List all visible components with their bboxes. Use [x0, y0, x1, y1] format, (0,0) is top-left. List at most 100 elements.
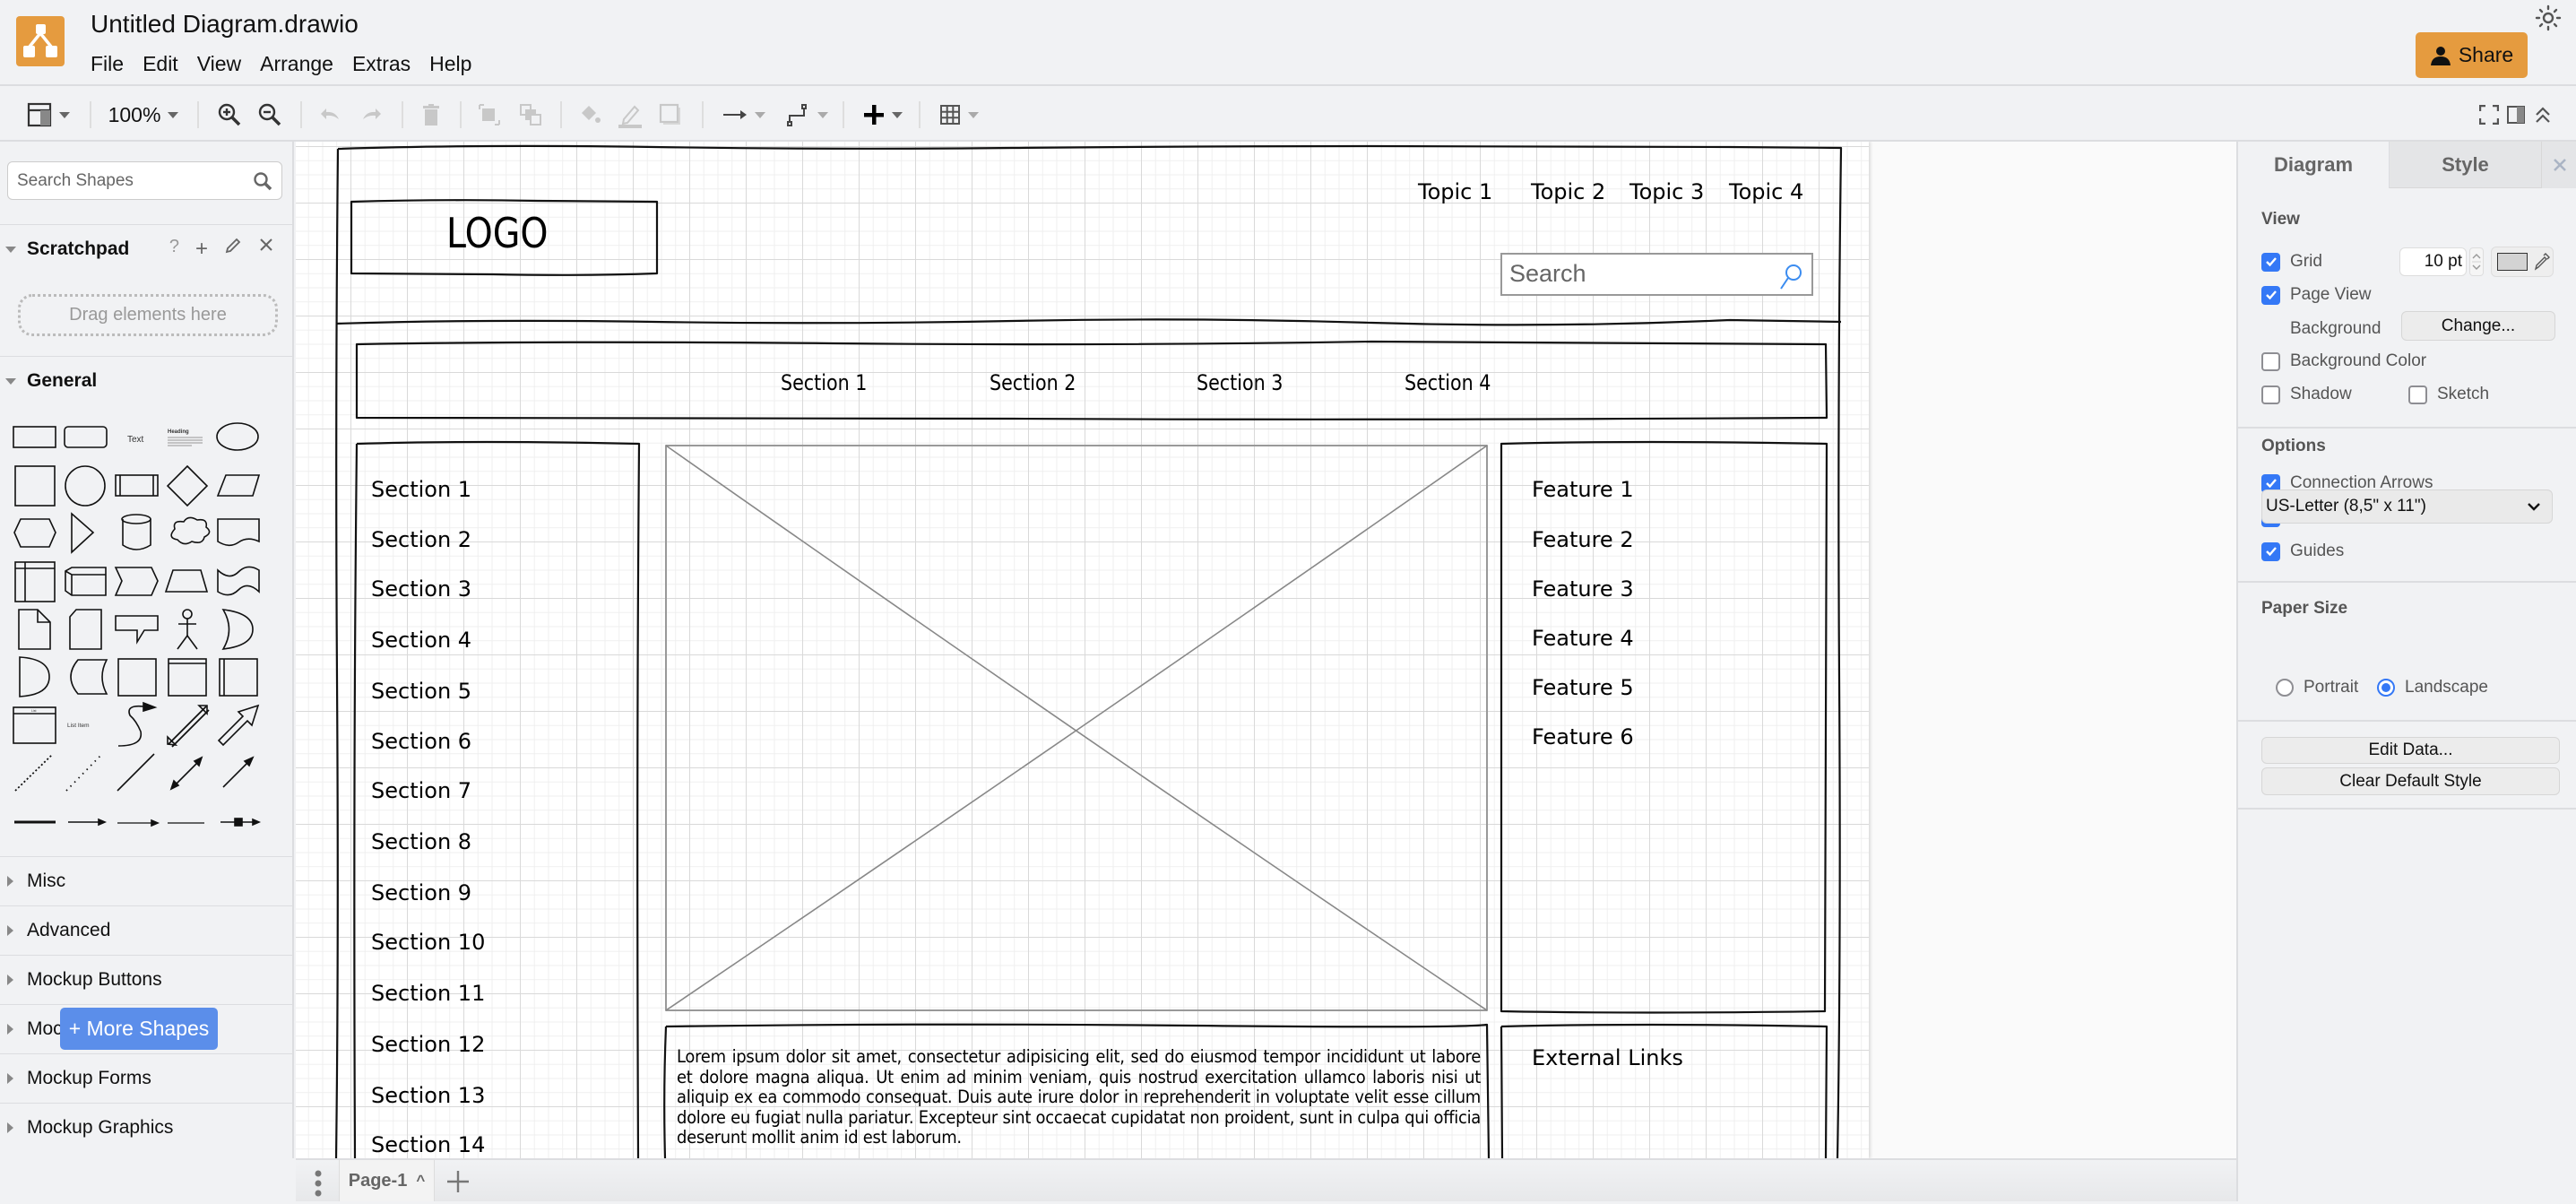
search-icon[interactable] [253, 171, 272, 191]
shape-dotted-line[interactable] [65, 754, 102, 792]
shape-rounded-rectangle[interactable] [64, 426, 108, 448]
left-section-item[interactable]: Section 11 [371, 981, 485, 1006]
menu-help[interactable]: Help [429, 52, 471, 76]
shape-delay[interactable] [19, 656, 50, 697]
shape-line[interactable] [117, 753, 155, 792]
shape-rectangle[interactable] [13, 426, 56, 448]
fill-color-button[interactable] [574, 97, 606, 133]
shape-labeled-connector[interactable] [68, 818, 108, 827]
more-shapes-button[interactable]: + More Shapes [60, 1008, 218, 1050]
waypoints-dropdown[interactable] [780, 97, 834, 133]
section-mockup-buttons[interactable]: Mockup Buttons [0, 955, 292, 1004]
shape-list[interactable]: List [13, 706, 56, 744]
topic-link[interactable]: Topic 1 [1418, 179, 1492, 204]
section-advanced[interactable]: Advanced [0, 905, 292, 955]
table-dropdown[interactable] [932, 97, 986, 133]
left-section-item[interactable]: Section 4 [371, 628, 471, 653]
shape-diamond[interactable] [166, 464, 209, 507]
feature-item[interactable]: Feature 2 [1532, 527, 1634, 552]
topic-link[interactable]: Topic 4 [1729, 179, 1803, 204]
menu-file[interactable]: File [91, 52, 124, 76]
scratchpad-drop-zone[interactable]: Drag elements here [18, 294, 278, 336]
menu-view[interactable]: View [197, 52, 241, 76]
shape-list-item[interactable]: List Item [67, 723, 90, 729]
format-panel-toggle-button[interactable] [23, 97, 73, 133]
shape-hexagon[interactable] [13, 518, 56, 548]
close-icon[interactable] [258, 237, 274, 253]
undo-button[interactable] [314, 97, 346, 133]
shape-container[interactable] [117, 658, 157, 697]
shape-note[interactable] [18, 609, 51, 650]
shape-cube[interactable] [65, 567, 107, 596]
shape-heading[interactable]: Heading [168, 429, 203, 446]
shape-container-side[interactable] [219, 658, 258, 697]
shape-document[interactable] [217, 518, 260, 547]
tab-diagram[interactable]: Diagram [2238, 142, 2389, 188]
left-section-item[interactable]: Section 8 [371, 829, 471, 854]
section-misc[interactable]: Misc [0, 856, 292, 905]
shape-container-titled[interactable] [168, 658, 207, 697]
document-title[interactable]: Untitled Diagram.drawio [91, 10, 359, 39]
shape-text[interactable]: Text [127, 435, 144, 445]
shadow-button[interactable] [654, 97, 687, 133]
page-tab[interactable]: Page-1 ^ [339, 1160, 435, 1201]
left-section-item[interactable]: Section 12 [371, 1032, 485, 1057]
shape-ellipse[interactable] [216, 422, 259, 451]
shape-multi-label-connector[interactable] [117, 819, 160, 827]
help-icon[interactable]: ? [169, 237, 179, 262]
shape-data-storage[interactable] [70, 659, 108, 695]
outer-frame[interactable] [334, 144, 1843, 1158]
guides-checkbox[interactable] [2261, 541, 2280, 561]
shape-message-connector[interactable] [220, 818, 262, 827]
left-section-item[interactable]: Section 7 [371, 778, 471, 803]
left-section-item[interactable]: Section 3 [371, 576, 471, 602]
landscape-radio[interactable] [2377, 679, 2395, 697]
shape-dashed-line[interactable] [14, 754, 53, 792]
feature-item[interactable]: Feature 1 [1532, 477, 1634, 502]
topic-link[interactable]: Topic 3 [1629, 179, 1704, 204]
to-back-button[interactable] [514, 97, 547, 133]
zoom-out-button[interactable] [254, 97, 286, 133]
menu-edit[interactable]: Edit [143, 52, 178, 76]
line-color-button[interactable] [614, 97, 646, 133]
menu-arrange[interactable]: Arrange [260, 52, 333, 76]
tab-style[interactable]: Style [2389, 142, 2541, 188]
shape-triangle[interactable] [71, 512, 95, 554]
fullscreen-button[interactable] [2476, 97, 2503, 133]
portrait-radio[interactable] [2276, 679, 2294, 697]
close-format-panel-button[interactable] [2541, 142, 2576, 188]
shape-process[interactable] [115, 474, 159, 497]
shadow-checkbox[interactable] [2261, 385, 2280, 404]
nav-section[interactable]: Section 3 [1197, 370, 1283, 395]
shape-arrow[interactable] [217, 704, 260, 747]
zoom-dropdown[interactable]: 100% [103, 97, 184, 133]
search-shapes-input[interactable] [8, 162, 232, 199]
topic-link[interactable]: Topic 2 [1531, 179, 1605, 204]
left-section-item[interactable]: Section 2 [371, 527, 471, 552]
shape-step[interactable] [114, 567, 159, 596]
shape-tape[interactable] [217, 566, 260, 596]
edit-data-button[interactable]: Edit Data... [2261, 737, 2560, 764]
nav-section[interactable]: Section 2 [990, 370, 1076, 395]
shape-directional-connector[interactable] [222, 756, 255, 788]
shape-internal-storage[interactable] [14, 561, 56, 602]
nav-section[interactable]: Section 4 [1405, 370, 1491, 395]
shape-bidirectional-arrow[interactable] [167, 705, 210, 748]
wireframe-search-box[interactable]: Search [1500, 253, 1813, 296]
shape-bidirectional-connector[interactable] [169, 756, 203, 791]
change-background-button[interactable]: Change... [2401, 311, 2555, 341]
grid-color-button[interactable] [2491, 247, 2554, 277]
left-section-item[interactable]: Section 1 [371, 477, 471, 502]
shape-square[interactable] [14, 465, 56, 507]
section-scratchpad[interactable]: Scratchpad ? + [0, 224, 292, 273]
shape-curved-arrow[interactable] [117, 701, 158, 747]
grid-size-input[interactable]: 10 pt [2399, 247, 2467, 276]
clear-default-style-button[interactable]: Clear Default Style [2261, 767, 2560, 795]
shape-callout[interactable] [115, 615, 159, 645]
feature-item[interactable]: Feature 3 [1532, 576, 1634, 602]
diagram-page[interactable]: LOGO Topic 1 Topic 2 Topic 3 Topic 4 Sea… [296, 142, 1869, 1158]
nav-bar-box[interactable] [355, 340, 1828, 420]
section-mockup-graphics[interactable]: Mockup Graphics [0, 1103, 292, 1152]
edit-pencil-icon[interactable] [224, 237, 242, 255]
add-icon[interactable]: + [195, 237, 208, 262]
